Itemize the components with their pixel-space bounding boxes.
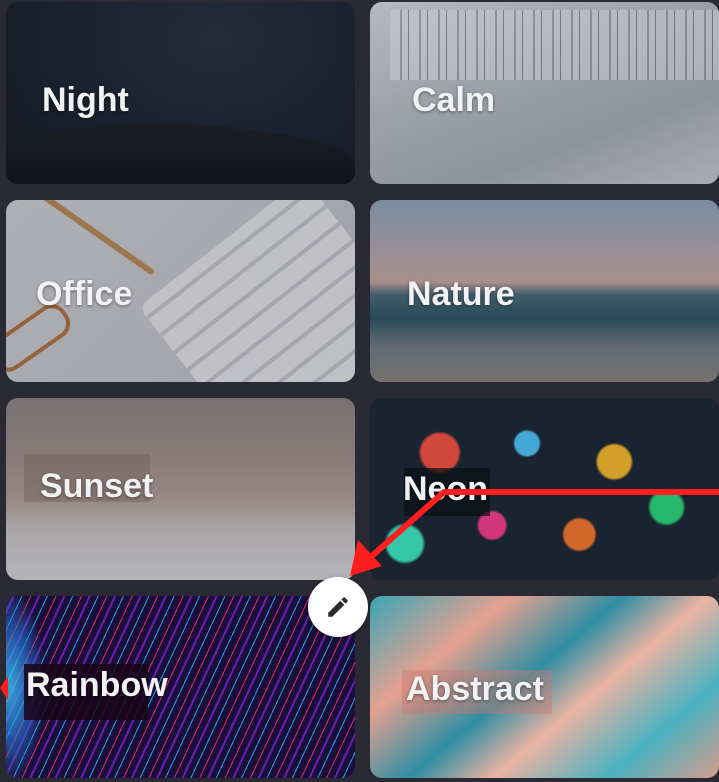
pencil-icon bbox=[328, 597, 348, 617]
tile-abstract[interactable]: Abstract bbox=[370, 596, 719, 778]
tile-label-office: Office bbox=[36, 275, 133, 313]
tile-rainbow[interactable]: Rainbow bbox=[6, 596, 355, 778]
tile-label-calm: Calm bbox=[412, 81, 496, 119]
tile-label-night: Night bbox=[42, 81, 129, 119]
wallpaper-grid: Night Calm Office Nature Sunset Neon Rai… bbox=[0, 0, 719, 782]
tile-neon[interactable]: Neon bbox=[370, 398, 719, 580]
tile-calm[interactable]: Calm bbox=[370, 2, 719, 184]
tile-office[interactable]: Office bbox=[6, 200, 355, 382]
tile-night[interactable]: Night bbox=[6, 2, 355, 184]
tile-label-neon: Neon bbox=[403, 470, 488, 508]
tile-label-rainbow: Rainbow bbox=[26, 666, 168, 704]
tile-label-nature: Nature bbox=[407, 275, 515, 313]
tile-label-abstract: Abstract bbox=[406, 670, 544, 708]
tile-sunset[interactable]: Sunset bbox=[6, 398, 355, 580]
edit-button[interactable] bbox=[308, 577, 368, 637]
tile-label-sunset: Sunset bbox=[40, 467, 154, 505]
tile-nature[interactable]: Nature bbox=[370, 200, 719, 382]
